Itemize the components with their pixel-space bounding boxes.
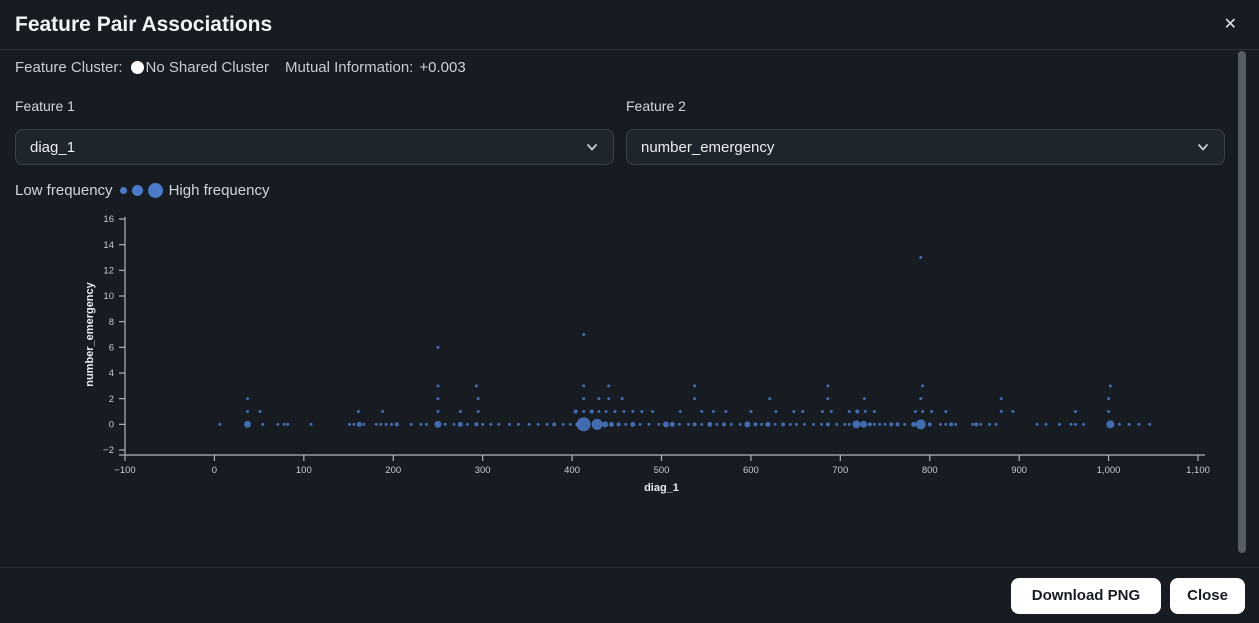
svg-text:6: 6 [109, 343, 114, 354]
svg-text:700: 700 [832, 465, 848, 476]
download-png-button[interactable]: Download PNG [1010, 577, 1162, 614]
mutual-information-value: +0.003 [419, 58, 466, 76]
feature-1-select[interactable]: diag_1 [15, 129, 614, 165]
svg-text:600: 600 [743, 465, 759, 476]
frequency-legend: Low frequency High frequency [15, 179, 269, 201]
modal-title: Feature Pair Associations [15, 12, 273, 36]
chevron-down-icon [585, 140, 599, 154]
svg-text:0: 0 [212, 465, 217, 476]
svg-text:800: 800 [922, 465, 938, 476]
svg-text:300: 300 [475, 465, 491, 476]
legend-low-label: Low frequency [15, 181, 113, 199]
meta-row: Feature Cluster: No Shared Cluster Mutua… [0, 52, 1259, 82]
cluster-color-icon [130, 60, 144, 74]
svg-text:16: 16 [103, 214, 114, 225]
legend-high-label: High frequency [168, 181, 270, 199]
feature-cluster-label: Feature Cluster: [15, 58, 123, 76]
svg-text:4: 4 [109, 368, 114, 379]
modal-header: Feature Pair Associations ✕ [0, 0, 1259, 50]
close-button[interactable]: Close [1170, 577, 1245, 614]
svg-text:12: 12 [103, 266, 114, 277]
svg-text:200: 200 [385, 465, 401, 476]
feature-cluster-value: No Shared Cluster [145, 58, 269, 76]
svg-text:14: 14 [103, 240, 114, 251]
scatter-plot-canvas: −2 0 2 4 6 8 10 12 14 16 −100 0 100 200 300 400 500 600 70… [84, 214, 1210, 494]
svg-text:0: 0 [109, 420, 114, 431]
mutual-information-label: Mutual Information: [284, 58, 414, 76]
svg-text:−2: −2 [103, 445, 114, 456]
svg-text:1,000: 1,000 [1097, 465, 1121, 476]
svg-text:900: 900 [1011, 465, 1027, 476]
feature-2-selected-value: number_emergency [641, 138, 775, 156]
feature-2-select[interactable]: number_emergency [626, 129, 1225, 165]
svg-text:2: 2 [109, 394, 114, 405]
svg-text:−100: −100 [114, 465, 135, 476]
chevron-down-icon [1196, 140, 1210, 154]
svg-text:number_emergency: number_emergency [84, 281, 96, 386]
svg-text:500: 500 [654, 465, 670, 476]
medium-bubble-icon [131, 184, 143, 196]
svg-text:diag_1: diag_1 [644, 482, 679, 494]
vertical-scrollbar[interactable] [1238, 51, 1246, 553]
scatter-plot: −2 0 2 4 6 8 10 12 14 16 −100 0 100 200 300 400 500 600 70… [0, 205, 1240, 505]
feature-1-label: Feature 1 [15, 98, 75, 114]
feature-1-selected-value: diag_1 [30, 138, 76, 156]
svg-text:8: 8 [109, 317, 114, 328]
small-bubble-icon [119, 186, 127, 194]
feature-pair-associations-modal: Feature Pair Associations ✕ Feature Clus… [0, 0, 1259, 623]
modal-footer: Download PNG Close [0, 567, 1259, 623]
svg-text:100: 100 [296, 465, 312, 476]
svg-text:1,100: 1,100 [1186, 465, 1210, 476]
close-icon[interactable]: ✕ [1220, 13, 1241, 37]
feature-2-label: Feature 2 [626, 98, 686, 114]
svg-text:10: 10 [103, 291, 114, 302]
feature-1-group: Feature 1 diag_1 [15, 98, 614, 165]
feature-2-group: Feature 2 number_emergency [626, 98, 1225, 165]
svg-text:400: 400 [564, 465, 580, 476]
large-bubble-icon [147, 182, 163, 198]
